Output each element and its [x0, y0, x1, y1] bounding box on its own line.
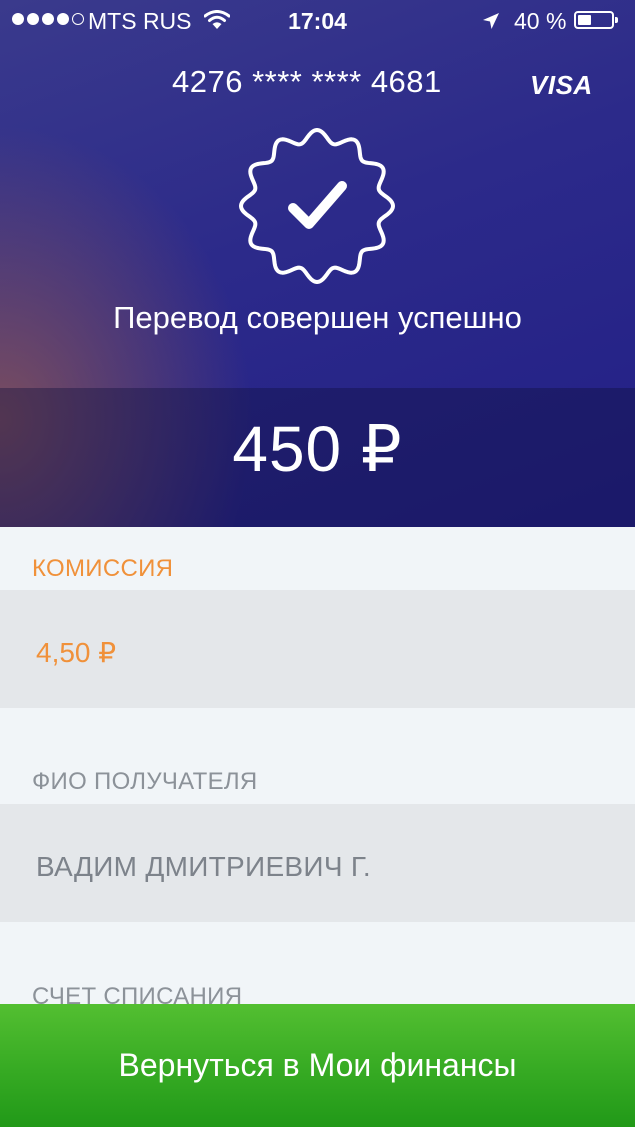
battery-percentage: 40 % [514, 8, 567, 34]
transfer-header: MTS RUS 17:04 40 % 4276 **** **** 4681 V… [0, 0, 635, 527]
transfer-amount: 450 ₽ [232, 413, 403, 485]
commission-label: КОМИССИЯ [32, 555, 174, 582]
back-to-my-finances-button[interactable]: Вернуться в Мои финансы [0, 1004, 635, 1127]
location-arrow-icon [483, 13, 499, 29]
status-bar: MTS RUS 17:04 40 % [0, 0, 635, 40]
recipient-name-value: ВАДИМ ДМИТРИЕВИЧ Г. [36, 851, 372, 882]
recipient-name-label: ФИО ПОЛУЧАТЕЛЯ [32, 768, 258, 795]
card-number: 4276 **** **** 4681 [172, 64, 442, 99]
visa-logo: VISA [530, 70, 593, 100]
battery-icon [574, 11, 618, 29]
success-message: Перевод совершен успешно [113, 300, 522, 335]
commission-value: 4,50 ₽ [36, 637, 117, 668]
check-badge-icon [239, 128, 395, 284]
